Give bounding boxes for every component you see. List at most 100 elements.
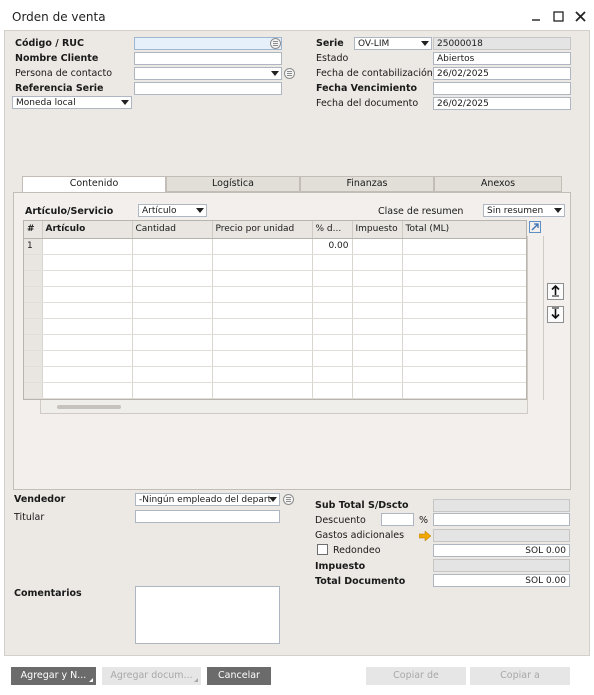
serie-value: OV-LIM — [358, 39, 390, 49]
codigo-label: Código / RUC — [15, 38, 84, 49]
redondeo-label: Redondeo — [333, 545, 381, 556]
clase-resumen-select[interactable]: Sin resumen — [483, 204, 565, 217]
column-header-articulo[interactable]: Artículo — [42, 221, 133, 239]
referencia-input[interactable] — [134, 82, 282, 95]
cell-impuesto[interactable] — [352, 238, 403, 255]
items-grid[interactable]: # Artículo Cantidad Precio por unidad % … — [23, 220, 527, 400]
cell-precio[interactable] — [212, 238, 313, 255]
titular-label: Titular — [14, 512, 45, 523]
table-row[interactable] — [24, 350, 526, 367]
comentarios-label: Comentarios — [14, 588, 82, 599]
tab-logistica[interactable]: Logística — [166, 176, 300, 192]
redondeo-field: SOL 0.00 — [433, 544, 570, 557]
column-header-cantidad[interactable]: Cantidad — [132, 221, 213, 239]
table-row[interactable] — [24, 382, 526, 399]
articulo-servicio-select[interactable]: Artículo — [138, 204, 207, 217]
horizontal-scrollbar[interactable] — [40, 400, 528, 414]
tab-anexos[interactable]: Anexos — [434, 176, 562, 192]
grid-vertical-gutter — [527, 236, 544, 400]
agregar-documento-label: Agregar docum... — [110, 670, 193, 681]
codigo-input[interactable] — [134, 37, 282, 50]
fecha-contab-input[interactable]: 26/02/2025 — [433, 67, 571, 80]
tab-contenido[interactable]: Contenido — [22, 176, 166, 193]
list-icon[interactable] — [283, 494, 294, 505]
titular-input[interactable] — [135, 510, 280, 523]
grid-header-row: # Artículo Cantidad Precio por unidad % … — [24, 221, 526, 239]
cell-cantidad[interactable] — [132, 238, 213, 255]
row-number: 1 — [24, 238, 43, 255]
total-field: SOL 0.00 — [433, 574, 570, 587]
scrollbar-thumb[interactable] — [57, 405, 121, 409]
redondeo-checkbox[interactable] — [317, 544, 328, 555]
copiar-de-button[interactable]: Copiar de — [366, 667, 466, 685]
cell-total[interactable] — [402, 238, 526, 255]
table-row[interactable] — [24, 270, 526, 287]
chevron-down-icon — [554, 208, 562, 213]
table-row[interactable] — [24, 334, 526, 351]
fecha-venc-input[interactable] — [433, 82, 571, 95]
articulo-servicio-value: Artículo — [142, 206, 177, 216]
cell-articulo[interactable] — [42, 238, 133, 255]
column-header-impuesto[interactable]: Impuesto — [352, 221, 403, 239]
contacto-select[interactable] — [134, 67, 282, 80]
clase-resumen-label: Clase de resumen — [378, 206, 464, 217]
nombre-label: Nombre Cliente — [15, 53, 99, 64]
serie-label: Serie — [316, 38, 344, 49]
agregar-documento-button[interactable]: Agregar docum... — [102, 667, 201, 685]
moneda-select[interactable]: Moneda local — [12, 96, 132, 109]
arrow-right-icon[interactable] — [418, 530, 432, 542]
table-row[interactable] — [24, 286, 526, 303]
fecha-venc-label: Fecha Vencimiento — [316, 83, 418, 94]
chevron-down-icon — [271, 71, 279, 76]
maximize-icon[interactable] — [548, 6, 568, 26]
gastos-label: Gastos adicionales — [315, 530, 405, 541]
serie-select[interactable]: OV-LIM — [354, 37, 432, 50]
impuesto-label: Impuesto — [315, 561, 366, 572]
chevron-down-icon — [421, 41, 429, 46]
chevron-down-icon — [121, 100, 129, 105]
total-label: Total Documento — [315, 576, 406, 587]
percent-sign: % — [419, 515, 429, 526]
subtotal-field — [433, 499, 570, 512]
descuento-label: Descuento — [315, 515, 366, 526]
list-icon[interactable] — [284, 68, 295, 79]
fecha-doc-input[interactable]: 26/02/2025 — [433, 97, 571, 110]
table-row[interactable] — [24, 302, 526, 319]
comentarios-textarea[interactable] — [135, 586, 280, 644]
table-row[interactable] — [24, 318, 526, 335]
table-row[interactable] — [24, 366, 526, 383]
vendedor-value: -Ningún empleado del depart — [139, 495, 272, 505]
total-value: SOL 0.00 — [525, 576, 566, 586]
close-icon[interactable] — [570, 6, 590, 26]
column-header-number[interactable]: # — [24, 221, 43, 239]
clase-resumen-value: Sin resumen — [487, 206, 544, 216]
table-row[interactable] — [24, 254, 526, 271]
column-header-descuento[interactable]: % d... — [312, 221, 353, 239]
title-bar: Orden de venta — [0, 0, 594, 34]
move-up-button[interactable] — [547, 283, 564, 300]
column-header-total[interactable]: Total (ML) — [402, 221, 526, 239]
vendedor-select[interactable]: -Ningún empleado del depart — [135, 493, 280, 506]
nombre-input[interactable] — [134, 52, 282, 65]
tab-finanzas[interactable]: Finanzas — [300, 176, 434, 192]
minimize-icon[interactable] — [526, 6, 546, 26]
descuento-amount-input[interactable] — [433, 513, 570, 526]
referencia-label: Referencia Serie — [15, 83, 104, 94]
vendedor-label: Vendedor — [14, 494, 66, 505]
column-header-precio[interactable]: Precio por unidad — [212, 221, 313, 239]
table-row[interactable]: 1 0.00 — [24, 238, 526, 255]
list-icon[interactable] — [270, 38, 281, 49]
agregar-nuevo-button[interactable]: Agregar y N... — [11, 667, 96, 685]
dropdown-corner-icon — [89, 678, 93, 682]
move-down-button[interactable] — [547, 306, 564, 323]
articulo-servicio-label: Artículo/Servicio — [25, 206, 114, 217]
subtotal-label: Sub Total S/Dscto — [315, 500, 409, 511]
copiar-a-button[interactable]: Copiar a — [470, 667, 570, 685]
cell-descuento[interactable]: 0.00 — [312, 238, 353, 255]
estado-label: Estado — [316, 53, 349, 64]
expand-icon[interactable] — [529, 221, 541, 233]
cancelar-button[interactable]: Cancelar — [207, 667, 271, 685]
fecha-doc-label: Fecha del documento — [316, 98, 419, 109]
descuento-percent-input[interactable] — [381, 513, 414, 526]
contacto-label: Persona de contacto — [15, 68, 113, 79]
